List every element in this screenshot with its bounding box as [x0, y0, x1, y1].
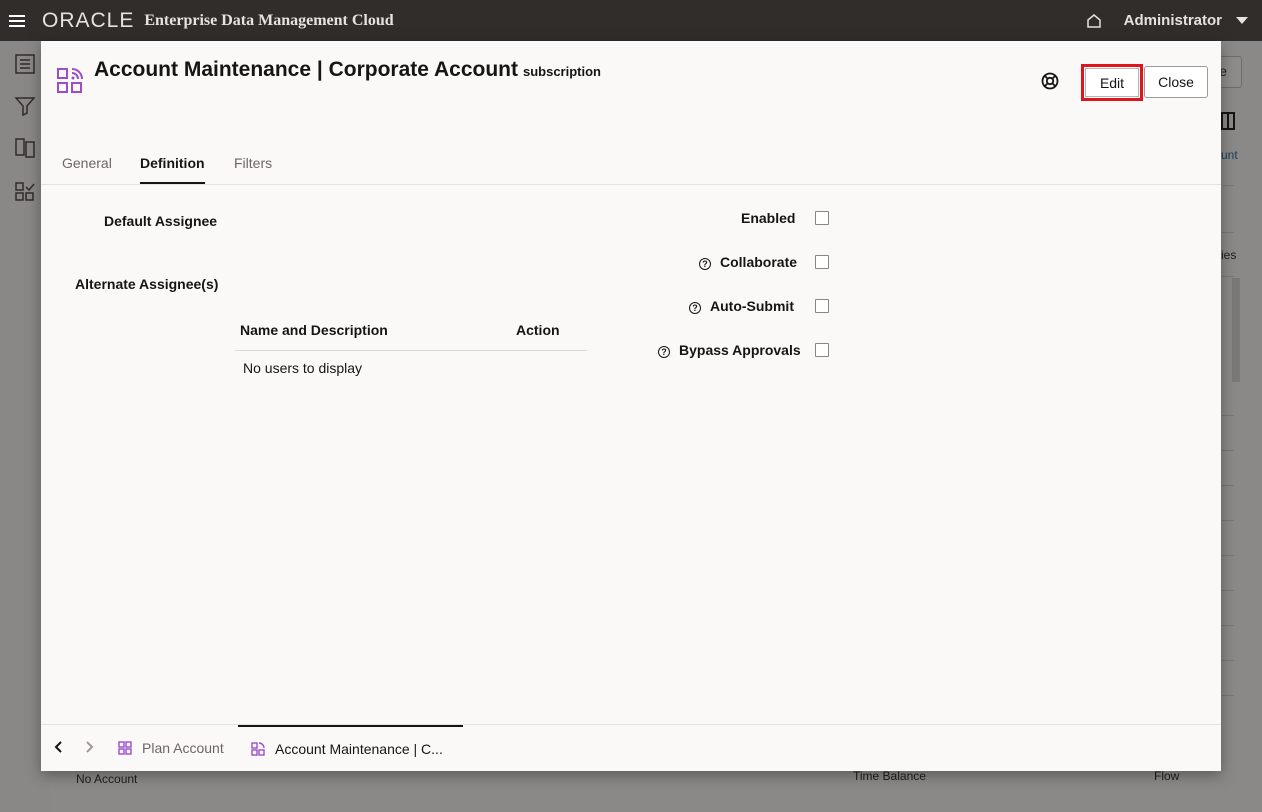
product-name: Enterprise Data Management Cloud — [144, 11, 394, 29]
tab-definition[interactable]: Definition — [140, 155, 205, 171]
bypass-approvals-checkbox[interactable] — [815, 343, 829, 357]
enabled-checkbox[interactable] — [815, 211, 829, 225]
collaborate-checkbox[interactable] — [815, 255, 829, 269]
help-lifebuoy-icon[interactable] — [1041, 72, 1059, 90]
table-empty-message: No users to display — [243, 360, 363, 376]
chevron-down-icon — [1236, 17, 1248, 24]
user-menu[interactable]: Administrator — [1124, 12, 1248, 29]
chevron-left-icon[interactable] — [51, 739, 67, 755]
collaborate-help-icon[interactable]: ? — [699, 258, 711, 270]
edit-button-label: Edit — [1085, 68, 1139, 97]
background-scrollbar — [1232, 278, 1240, 382]
default-assignee-label: Default Assignee — [104, 213, 218, 229]
user-name: Administrator — [1123, 12, 1222, 29]
viewpoint-icon — [118, 741, 132, 755]
subscription-icon — [251, 742, 265, 756]
column-action[interactable]: Action — [516, 322, 560, 338]
chevron-right-icon[interactable] — [81, 739, 97, 755]
background-column-header: ies — [1221, 248, 1237, 262]
footer-tab-account-maintenance[interactable]: Account Maintenance | C... — [238, 725, 463, 771]
dialog-title-text: Account Maintenance | Corporate Account — [94, 58, 518, 81]
collaborate-label: Collaborate — [720, 254, 798, 270]
dialog-header: Account Maintenance | Corporate Account s… — [41, 41, 1221, 141]
panel-icon — [1221, 112, 1235, 130]
active-tab-indicator — [140, 182, 205, 184]
footer-tab-label: Plan Account — [142, 740, 224, 756]
dialog-tabs: General Definition Filters — [41, 144, 1221, 185]
oracle-logo: ORACLE — [42, 8, 135, 32]
alternate-assignees-table: Name and Description Action No users to … — [235, 315, 587, 376]
top-bar: ORACLE Enterprise Data Management Cloud … — [0, 0, 1262, 41]
hamburger-menu-icon[interactable] — [0, 0, 34, 41]
table-header: Name and Description Action — [235, 315, 587, 351]
subscription-dialog: Account Maintenance | Corporate Account s… — [41, 41, 1221, 771]
background-time-balance: Time Balance — [853, 769, 926, 783]
compare-icon[interactable] — [14, 137, 36, 159]
background-row-label: No Account — [76, 772, 138, 786]
edit-button[interactable]: Edit — [1081, 64, 1143, 101]
dialog-footer-tabs: Plan Account Account Maintenance | C... — [41, 724, 1221, 771]
alternate-assignees-label: Alternate Assignee(s) — [75, 276, 219, 292]
auto-submit-checkbox[interactable] — [815, 299, 829, 313]
footer-tab-label: Account Maintenance | C... — [275, 741, 443, 757]
dialog-subtitle: subscription — [522, 64, 601, 79]
column-name-and-description[interactable]: Name and Description — [240, 322, 388, 338]
auto-submit-help-icon[interactable]: ? — [689, 302, 701, 314]
bypass-approvals-help-icon[interactable]: ? — [658, 346, 670, 358]
list-icon[interactable] — [14, 53, 36, 75]
enabled-label: Enabled — [741, 210, 796, 226]
auto-submit-label: Auto-Submit — [710, 298, 794, 314]
background-flow: Flow — [1154, 769, 1180, 783]
bypass-approvals-label: Bypass Approvals — [679, 342, 801, 358]
dialog-title: Account Maintenance | Corporate Account s… — [94, 58, 601, 82]
tab-filters[interactable]: Filters — [234, 155, 272, 171]
checklist-icon[interactable] — [14, 181, 36, 203]
subscription-icon — [57, 68, 83, 93]
filter-icon[interactable] — [14, 95, 36, 117]
home-icon[interactable] — [1086, 13, 1102, 29]
tab-general[interactable]: General — [62, 155, 112, 171]
close-button[interactable]: Close — [1144, 66, 1208, 98]
footer-tab-plan-account[interactable]: Plan Account — [118, 725, 224, 771]
background-link: unt — [1221, 148, 1238, 162]
